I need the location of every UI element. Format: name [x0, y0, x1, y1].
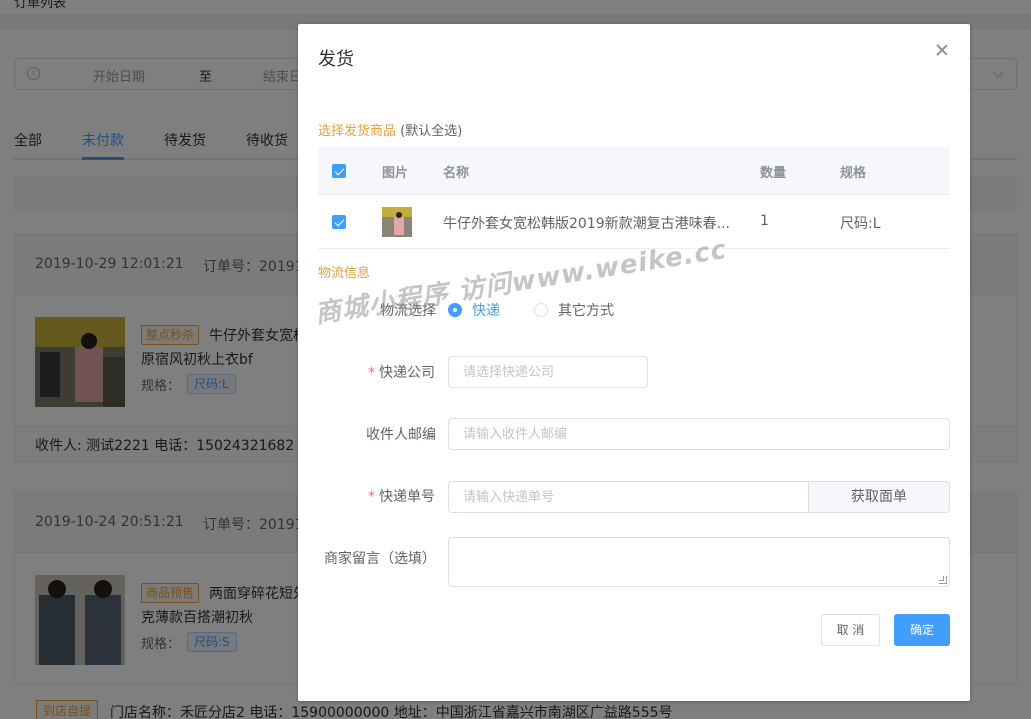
goods-qty: 1 — [760, 213, 769, 229]
goods-section-hint: (默认全选) — [400, 124, 463, 139]
goods-section-title: 选择发货商品 (默认全选) — [318, 120, 462, 139]
remark-label: 商家留言（选填） — [324, 551, 436, 567]
radio-dot-icon — [534, 303, 548, 317]
tracking-number-input[interactable] — [448, 481, 808, 513]
required-mark: * — [368, 365, 375, 381]
goods-section-label: 选择发货商品 — [318, 124, 397, 139]
table-row: 牛仔外套女宽松韩版2019新款潮复古港味春... 1 尺码:L — [318, 195, 950, 249]
goods-table: 图片 名称 数量 规格 牛仔外套女宽松韩版2019新款潮复古港味春... 1 尺… — [318, 147, 950, 249]
get-waybill-button[interactable]: 获取面单 — [808, 481, 950, 513]
row-checkbox[interactable] — [332, 215, 346, 229]
radio-other-label: 其它方式 — [558, 303, 614, 319]
dialog-title: 发货 — [318, 49, 354, 70]
express-company-select[interactable] — [448, 356, 648, 388]
tracking-input-group: 获取面单 — [448, 481, 950, 513]
company-label: * 快递公司 — [368, 362, 435, 382]
goods-spec: 尺码:L — [840, 216, 881, 232]
logistics-section-title: 物流信息 — [318, 266, 371, 281]
confirm-button[interactable]: 确定 — [894, 614, 950, 646]
required-mark: * — [368, 489, 375, 505]
company-label-text: 快递公司 — [379, 365, 435, 381]
resize-grip-icon[interactable] — [939, 576, 947, 584]
zip-input[interactable] — [448, 418, 950, 450]
remark-textarea[interactable] — [448, 537, 950, 587]
ship-dialog: 发货 选择发货商品 (默认全选) 图片 名称 数量 规格 牛仔外套女宽松韩版20… — [298, 24, 970, 701]
col-name: 名称 — [443, 166, 470, 181]
tracking-label-text: 快递单号 — [379, 489, 435, 505]
tracking-label: * 快递单号 — [368, 486, 435, 506]
col-qty: 数量 — [760, 166, 787, 181]
col-spec: 规格 — [840, 166, 867, 181]
col-image: 图片 — [382, 166, 409, 181]
close-icon[interactable] — [934, 42, 950, 58]
goods-image — [382, 207, 412, 237]
select-all-checkbox[interactable] — [332, 164, 346, 178]
goods-table-header: 图片 名称 数量 规格 — [318, 147, 950, 195]
cancel-button[interactable]: 取 消 — [821, 614, 880, 646]
radio-other[interactable]: 其它方式 — [534, 300, 614, 320]
goods-name: 牛仔外套女宽松韩版2019新款潮复古港味春... — [443, 216, 730, 232]
zip-label: 收件人邮编 — [366, 427, 436, 443]
